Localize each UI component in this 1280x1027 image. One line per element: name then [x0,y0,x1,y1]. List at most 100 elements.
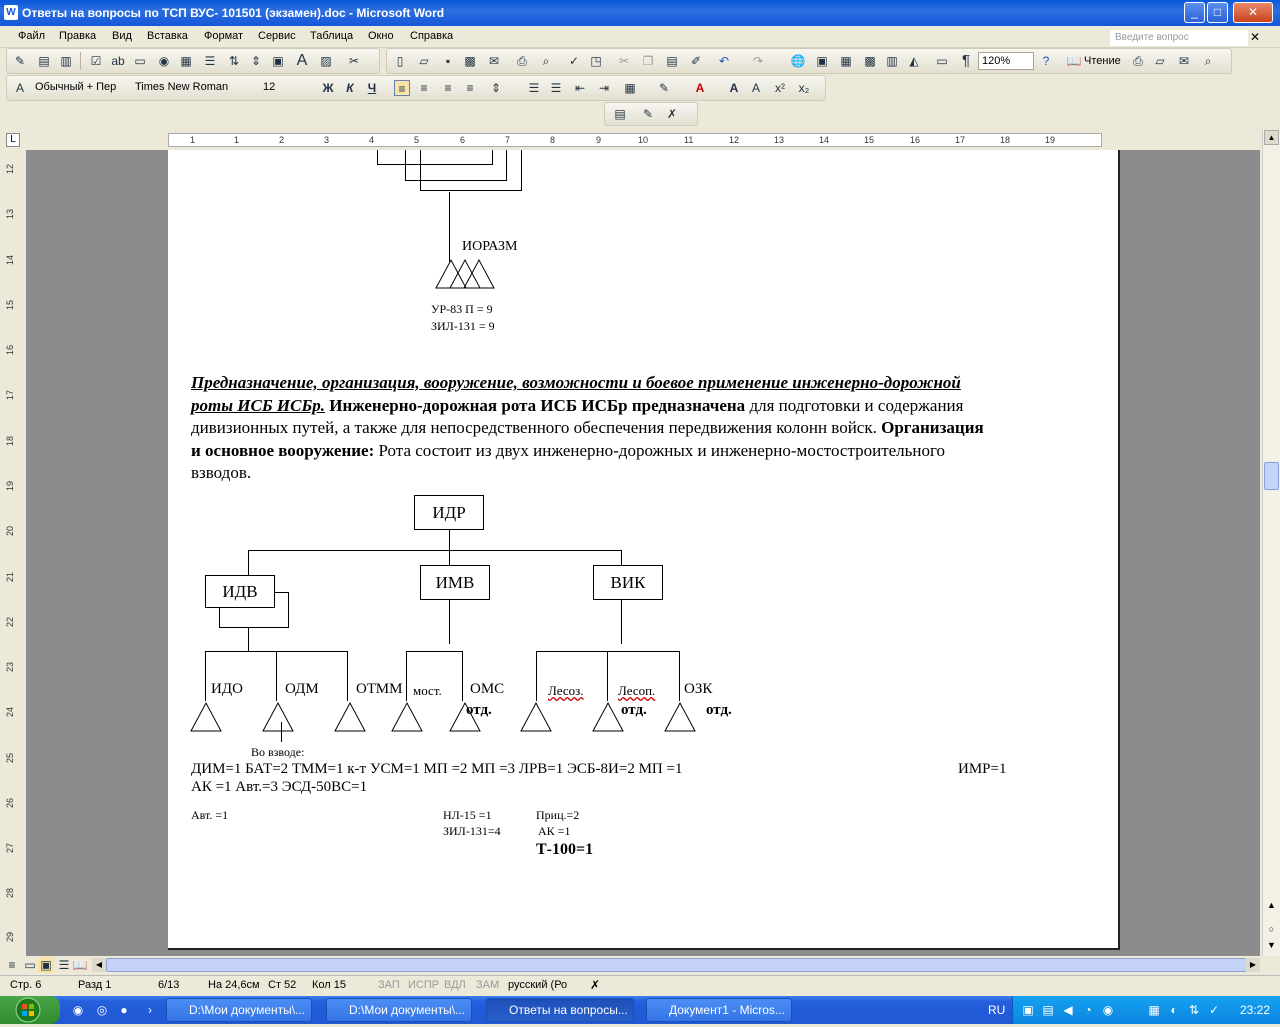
minimize-button[interactable]: _ [1184,2,1205,23]
numbering-icon[interactable]: ☰ [526,80,542,96]
browse-object-icon[interactable]: ○ [1264,924,1279,938]
binoculars-icon[interactable]: ⌕ [1200,53,1216,69]
status-ext[interactable]: ВДЛ [444,979,466,991]
help-icon[interactable]: ? [1038,53,1054,69]
shrink-font-icon[interactable]: A [748,80,764,96]
subscript-icon[interactable]: x₂ [796,80,812,96]
taskbar-item-active[interactable]: Ответы на вопросы... [486,998,634,1022]
picture-icon[interactable]: ▨ [318,53,334,69]
chrome-icon[interactable]: ◉ [70,1002,86,1018]
volume-icon[interactable]: ◀ [1060,1002,1076,1018]
show-marks-icon[interactable]: ¶ [958,53,974,69]
menu-tools[interactable]: Сервис [258,30,296,42]
toolbar-b-icon[interactable]: ✎ [640,106,656,122]
new-doc-icon[interactable]: ▯ [392,53,408,69]
toolbar-a-icon[interactable]: ▤ [612,106,628,122]
redo-icon[interactable]: ↷ [750,53,766,69]
styles-icon[interactable]: A [12,80,28,96]
menu-format[interactable]: Формат [204,30,243,42]
undo-icon[interactable]: ↶ [716,53,732,69]
menu-table[interactable]: Таблица [310,30,353,42]
tray-icon[interactable]: ▣ [1020,1002,1036,1018]
ask-question-input[interactable]: Введите вопрос [1110,30,1248,46]
print2-icon[interactable]: ⎙ [1130,53,1146,69]
envelope-icon[interactable]: ✉ [1176,53,1192,69]
prev-page-icon[interactable]: ▲ [1264,900,1279,914]
status-trk[interactable]: ИСПР [408,979,439,991]
print-view-icon[interactable]: ▣ [38,957,54,973]
maximize-button[interactable]: □ [1207,2,1228,23]
bold-icon[interactable]: Ж [320,80,336,96]
tools-icon[interactable]: ✂ [346,53,362,69]
drawing-icon[interactable]: ◭ [906,53,922,69]
tray-icon[interactable]: ▤ [1040,1002,1056,1018]
doc-map-icon[interactable]: ▭ [934,53,950,69]
font-color-icon[interactable]: A [692,80,708,96]
frame-icon[interactable]: ▦ [178,53,194,69]
scroll-left-button[interactable]: ◀ [92,958,106,972]
taskbar-item[interactable]: D:\Мои документы\... [326,998,472,1022]
highlight-icon[interactable]: ✎ [656,80,672,96]
outline-view-icon[interactable]: ☰ [56,957,72,973]
language-indicator[interactable]: RU [988,1003,1005,1017]
borders-icon[interactable]: ▦ [622,80,638,96]
chevron-right-icon[interactable]: › [142,1002,158,1018]
tab-selector[interactable]: L [6,133,20,147]
font-select[interactable]: Times New Roman [132,79,258,97]
status-rec[interactable]: ЗАП [378,979,400,991]
spelling-status-icon[interactable]: ✗ [590,978,600,992]
radio-icon[interactable]: ◉ [156,53,172,69]
font-size-select[interactable]: 12 [260,79,310,97]
columns-icon[interactable]: ▥ [884,53,900,69]
menu-file[interactable]: Файл [18,30,45,42]
web-view-icon[interactable]: ▭ [22,957,38,973]
letter-a-icon[interactable]: A [294,53,310,69]
scroll-icon[interactable]: ⇅ [226,53,242,69]
copy-icon[interactable]: ❐ [640,53,656,69]
print-icon[interactable]: ⎙ [514,53,530,69]
menu-help[interactable]: Справка [410,30,453,42]
decrease-indent-icon[interactable]: ⇤ [572,80,588,96]
tray-icon[interactable]: ◐ [1166,1002,1182,1018]
reading-label[interactable]: Чтение [1084,53,1121,69]
insert-table-icon[interactable]: ▦ [838,53,854,69]
insert-excel-icon[interactable]: ▩ [862,53,878,69]
next-page-icon[interactable]: ▼ [1264,940,1279,954]
checkbox-icon[interactable]: ☑ [88,53,104,69]
bullets-icon[interactable]: ☰ [548,80,564,96]
cut-icon[interactable]: ✂ [616,53,632,69]
normal-view-icon[interactable]: ≡ [4,957,20,973]
taskbar-item[interactable]: D:\Мои документы\... [166,998,312,1022]
hyperlink-icon[interactable]: 🌐 [790,53,806,69]
scroll-up-button[interactable]: ▲ [1264,130,1279,145]
justify-icon[interactable]: ≡ [462,80,478,96]
taskbar-item[interactable]: Документ1 - Micros... [646,998,792,1022]
menu-insert[interactable]: Вставка [147,30,188,42]
start-button[interactable] [0,996,60,1024]
grow-font-icon[interactable]: A [726,80,742,96]
open-icon[interactable]: ▱ [416,53,432,69]
clock[interactable]: 23:22 [1240,1003,1270,1017]
style-select[interactable]: Обычный + Пер [32,79,132,97]
align-center-icon[interactable]: ≡ [416,80,432,96]
tray-icon[interactable]: ✓ [1206,1002,1222,1018]
increase-indent-icon[interactable]: ⇥ [596,80,612,96]
app-icon[interactable]: ● [116,1002,132,1018]
list-icon[interactable]: ☰ [202,53,218,69]
pencil-icon[interactable]: ✎ [12,53,28,69]
align-left-icon[interactable]: ≡ [394,80,410,96]
menu-view[interactable]: Вид [112,30,132,42]
tray-icon[interactable]: ▦ [1146,1002,1162,1018]
browser-icon[interactable]: ◎ [94,1002,110,1018]
underline-icon[interactable]: Ч [364,80,380,96]
permission-icon[interactable]: ▩ [462,53,478,69]
network-icon[interactable]: ⇅ [1186,1002,1202,1018]
hscroll-thumb[interactable] [106,958,1256,972]
spelling-icon[interactable]: ✓ [566,53,582,69]
scroll-thumb[interactable] [1264,462,1279,490]
tray-icon[interactable]: ◔ [1080,1002,1096,1018]
spin-icon[interactable]: ⇕ [248,53,264,69]
toolbar-c-icon[interactable]: ✗ [664,106,680,122]
status-ovr[interactable]: ЗАМ [476,979,499,991]
tray-icon[interactable]: ◉ [1100,1002,1116,1018]
